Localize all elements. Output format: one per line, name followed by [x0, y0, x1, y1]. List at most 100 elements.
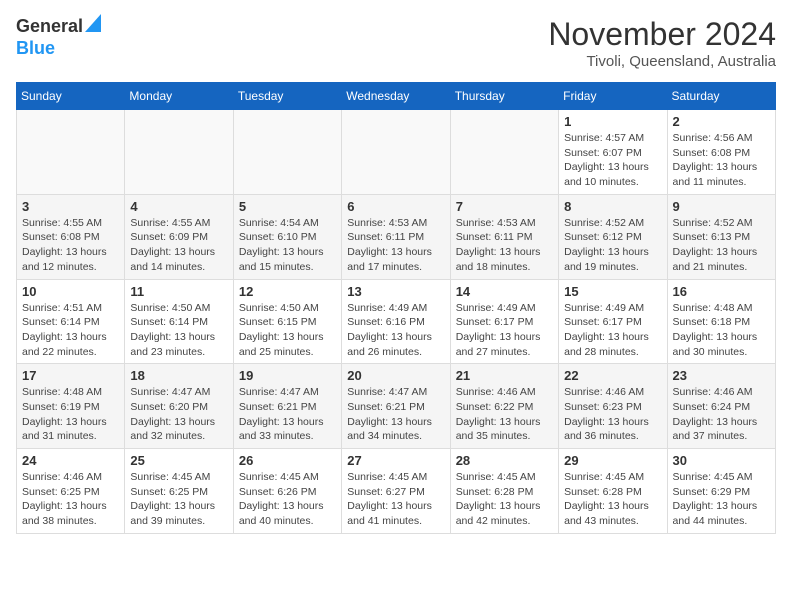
day-info: Sunrise: 4:52 AMSunset: 6:12 PMDaylight:…: [564, 216, 661, 275]
calendar-day-cell: 4 Sunrise: 4:55 AMSunset: 6:09 PMDaylight…: [125, 194, 233, 279]
day-info: Sunrise: 4:56 AMSunset: 6:08 PMDaylight:…: [673, 131, 770, 190]
day-number: 25: [130, 453, 227, 468]
calendar-day-cell: [450, 110, 558, 195]
calendar-day-cell: 19 Sunrise: 4:47 AMSunset: 6:21 PMDayligh…: [233, 364, 341, 449]
day-info: Sunrise: 4:55 AMSunset: 6:09 PMDaylight:…: [130, 216, 227, 275]
day-info: Sunrise: 4:57 AMSunset: 6:07 PMDaylight:…: [564, 131, 661, 190]
day-number: 14: [456, 284, 553, 299]
day-number: 16: [673, 284, 770, 299]
calendar-day-cell: [125, 110, 233, 195]
day-info: Sunrise: 4:49 AMSunset: 6:17 PMDaylight:…: [456, 301, 553, 360]
day-number: 26: [239, 453, 336, 468]
day-number: 15: [564, 284, 661, 299]
day-number: 17: [22, 368, 119, 383]
calendar-day-cell: 15 Sunrise: 4:49 AMSunset: 6:17 PMDayligh…: [559, 279, 667, 364]
day-number: 24: [22, 453, 119, 468]
calendar-day-cell: 9Sunrise: 4:52 AMSunset: 6:13 PMDaylight…: [667, 194, 775, 279]
calendar-day-cell: 8 Sunrise: 4:52 AMSunset: 6:12 PMDaylight…: [559, 194, 667, 279]
day-number: 30: [673, 453, 770, 468]
day-of-week-header: Tuesday: [233, 83, 341, 110]
calendar-day-cell: 1 Sunrise: 4:57 AMSunset: 6:07 PMDaylight…: [559, 110, 667, 195]
location: Tivoli, Queensland, Australia: [548, 53, 776, 70]
day-number: 4: [130, 199, 227, 214]
calendar-day-cell: 29 Sunrise: 4:45 AMSunset: 6:28 PMDayligh…: [559, 449, 667, 534]
calendar-day-cell: 2Sunrise: 4:56 AMSunset: 6:08 PMDaylight…: [667, 110, 775, 195]
day-info: Sunrise: 4:46 AMSunset: 6:22 PMDaylight:…: [456, 385, 553, 444]
calendar-day-cell: 17 Sunrise: 4:48 AMSunset: 6:19 PMDayligh…: [17, 364, 125, 449]
calendar-day-cell: 27Sunrise: 4:45 AMSunset: 6:27 PMDayligh…: [342, 449, 450, 534]
day-info: Sunrise: 4:55 AMSunset: 6:08 PMDaylight:…: [22, 216, 119, 275]
day-number: 10: [22, 284, 119, 299]
day-of-week-header: Saturday: [667, 83, 775, 110]
calendar-day-cell: 14 Sunrise: 4:49 AMSunset: 6:17 PMDayligh…: [450, 279, 558, 364]
day-number: 13: [347, 284, 444, 299]
calendar-day-cell: [233, 110, 341, 195]
day-info: Sunrise: 4:45 AMSunset: 6:28 PMDaylight:…: [456, 470, 553, 529]
day-info: Sunrise: 4:45 AMSunset: 6:28 PMDaylight:…: [564, 470, 661, 529]
calendar-day-cell: 7 Sunrise: 4:53 AMSunset: 6:11 PMDaylight…: [450, 194, 558, 279]
day-info: Sunrise: 4:49 AMSunset: 6:17 PMDaylight:…: [564, 301, 661, 360]
day-info: Sunrise: 4:48 AMSunset: 6:18 PMDaylight:…: [673, 301, 770, 360]
day-info: Sunrise: 4:45 AMSunset: 6:29 PMDaylight:…: [673, 470, 770, 529]
day-number: 28: [456, 453, 553, 468]
day-number: 27: [347, 453, 444, 468]
day-info: Sunrise: 4:52 AMSunset: 6:13 PMDaylight:…: [673, 216, 770, 275]
day-info: Sunrise: 4:54 AMSunset: 6:10 PMDaylight:…: [239, 216, 336, 275]
calendar-day-cell: 23Sunrise: 4:46 AMSunset: 6:24 PMDayligh…: [667, 364, 775, 449]
day-of-week-header: Monday: [125, 83, 233, 110]
day-of-week-header: Friday: [559, 83, 667, 110]
day-number: 23: [673, 368, 770, 383]
day-number: 8: [564, 199, 661, 214]
day-number: 5: [239, 199, 336, 214]
day-of-week-header: Thursday: [450, 83, 558, 110]
calendar-header-row: SundayMondayTuesdayWednesdayThursdayFrid…: [17, 83, 776, 110]
day-number: 11: [130, 284, 227, 299]
calendar-week-row: 1 Sunrise: 4:57 AMSunset: 6:07 PMDaylight…: [17, 110, 776, 195]
day-number: 22: [564, 368, 661, 383]
calendar-day-cell: 18Sunrise: 4:47 AMSunset: 6:20 PMDayligh…: [125, 364, 233, 449]
day-number: 20: [347, 368, 444, 383]
calendar-day-cell: 22 Sunrise: 4:46 AMSunset: 6:23 PMDayligh…: [559, 364, 667, 449]
day-info: Sunrise: 4:45 AMSunset: 6:26 PMDaylight:…: [239, 470, 336, 529]
calendar-day-cell: 5 Sunrise: 4:54 AMSunset: 6:10 PMDaylight…: [233, 194, 341, 279]
calendar-day-cell: [342, 110, 450, 195]
day-number: 7: [456, 199, 553, 214]
day-number: 29: [564, 453, 661, 468]
calendar-day-cell: 3Sunrise: 4:55 AMSunset: 6:08 PMDaylight…: [17, 194, 125, 279]
day-info: Sunrise: 4:53 AMSunset: 6:11 PMDaylight:…: [347, 216, 444, 275]
day-info: Sunrise: 4:45 AMSunset: 6:25 PMDaylight:…: [130, 470, 227, 529]
logo-blue: Blue: [16, 38, 55, 58]
day-number: 1: [564, 114, 661, 129]
calendar-day-cell: 28 Sunrise: 4:45 AMSunset: 6:28 PMDayligh…: [450, 449, 558, 534]
day-info: Sunrise: 4:46 AMSunset: 6:25 PMDaylight:…: [22, 470, 119, 529]
day-of-week-header: Sunday: [17, 83, 125, 110]
day-info: Sunrise: 4:48 AMSunset: 6:19 PMDaylight:…: [22, 385, 119, 444]
calendar-week-row: 17 Sunrise: 4:48 AMSunset: 6:19 PMDayligh…: [17, 364, 776, 449]
day-info: Sunrise: 4:47 AMSunset: 6:21 PMDaylight:…: [347, 385, 444, 444]
day-number: 21: [456, 368, 553, 383]
calendar-day-cell: 6 Sunrise: 4:53 AMSunset: 6:11 PMDaylight…: [342, 194, 450, 279]
calendar-day-cell: 25 Sunrise: 4:45 AMSunset: 6:25 PMDayligh…: [125, 449, 233, 534]
day-number: 18: [130, 368, 227, 383]
calendar-day-cell: 20 Sunrise: 4:47 AMSunset: 6:21 PMDayligh…: [342, 364, 450, 449]
calendar-day-cell: 30 Sunrise: 4:45 AMSunset: 6:29 PMDayligh…: [667, 449, 775, 534]
logo-general: General: [16, 17, 83, 37]
calendar-day-cell: 21 Sunrise: 4:46 AMSunset: 6:22 PMDayligh…: [450, 364, 558, 449]
day-of-week-header: Wednesday: [342, 83, 450, 110]
day-info: Sunrise: 4:47 AMSunset: 6:21 PMDaylight:…: [239, 385, 336, 444]
day-info: Sunrise: 4:53 AMSunset: 6:11 PMDaylight:…: [456, 216, 553, 275]
day-number: 6: [347, 199, 444, 214]
calendar-day-cell: 13Sunrise: 4:49 AMSunset: 6:16 PMDayligh…: [342, 279, 450, 364]
day-number: 19: [239, 368, 336, 383]
day-info: Sunrise: 4:51 AMSunset: 6:14 PMDaylight:…: [22, 301, 119, 360]
calendar-day-cell: 24 Sunrise: 4:46 AMSunset: 6:25 PMDayligh…: [17, 449, 125, 534]
day-info: Sunrise: 4:50 AMSunset: 6:14 PMDaylight:…: [130, 301, 227, 360]
day-number: 12: [239, 284, 336, 299]
calendar-week-row: 24 Sunrise: 4:46 AMSunset: 6:25 PMDayligh…: [17, 449, 776, 534]
calendar-week-row: 10 Sunrise: 4:51 AMSunset: 6:14 PMDayligh…: [17, 279, 776, 364]
calendar-week-row: 3Sunrise: 4:55 AMSunset: 6:08 PMDaylight…: [17, 194, 776, 279]
calendar-day-cell: 11 Sunrise: 4:50 AMSunset: 6:14 PMDayligh…: [125, 279, 233, 364]
title-area: November 2024 Tivoli, Queensland, Austra…: [548, 16, 776, 70]
day-info: Sunrise: 4:46 AMSunset: 6:23 PMDaylight:…: [564, 385, 661, 444]
header: General Blue November 2024 Tivoli, Queen…: [16, 16, 776, 70]
